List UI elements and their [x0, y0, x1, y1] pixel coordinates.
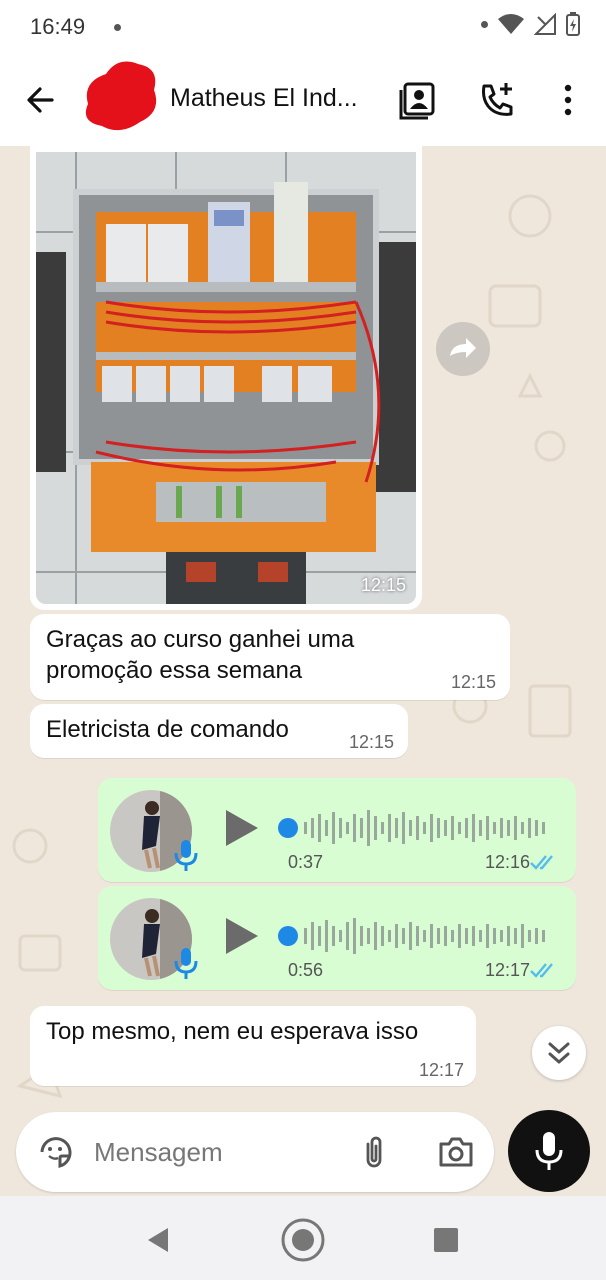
wifi-icon	[498, 14, 524, 34]
contact-name[interactable]: Matheus El Ind...	[170, 84, 358, 113]
back-arrow-icon[interactable]	[22, 82, 58, 118]
more-vert-icon[interactable]	[546, 78, 590, 122]
chat-area[interactable]: 12:15 Graças ao curso ganhei uma promoçã…	[0, 146, 606, 1196]
message-text: Eletricista de comando	[46, 716, 289, 743]
image-message[interactable]: 12:15	[30, 146, 422, 610]
chat-header: Matheus El Ind...	[0, 54, 606, 146]
incoming-message[interactable]: Top mesmo, nem eu esperava isso 12:17	[30, 1006, 476, 1086]
mic-icon	[535, 1132, 563, 1170]
double-check-icon	[530, 855, 553, 870]
message-timestamp: 12:15	[450, 672, 496, 692]
attach-icon[interactable]	[354, 1132, 394, 1172]
message-timestamp: 12:16	[484, 852, 530, 872]
status-dot-icon	[481, 20, 488, 28]
signal-icon	[534, 13, 556, 35]
chevron-double-down-icon	[548, 1042, 570, 1064]
sticker-icon[interactable]	[36, 1132, 76, 1172]
message-timestamp: 12:17	[484, 960, 530, 980]
mic-icon	[174, 840, 198, 871]
waveform[interactable]	[276, 916, 556, 956]
voice-message[interactable]: 0:37 12:16	[98, 778, 576, 882]
notification-dot	[114, 24, 121, 31]
mic-icon	[174, 948, 198, 979]
voice-message[interactable]: 0:56 12:17	[98, 886, 576, 990]
battery-icon	[566, 12, 580, 36]
message-timestamp: 12:15	[348, 732, 394, 752]
play-icon[interactable]	[222, 914, 262, 958]
voice-duration: 0:37	[288, 852, 324, 872]
voice-record-button[interactable]	[508, 1110, 590, 1192]
camera-icon[interactable]	[436, 1132, 476, 1172]
message-text: Graças ao curso ganhei uma promoção essa…	[46, 624, 354, 686]
message-input[interactable]	[94, 1134, 334, 1170]
message-line: promoção essa semana	[46, 657, 303, 684]
scroll-to-bottom-button[interactable]	[532, 1026, 586, 1080]
panel-photo[interactable]: 12:15	[36, 152, 416, 604]
call-add-icon[interactable]	[476, 78, 520, 122]
play-icon[interactable]	[222, 806, 262, 850]
message-composer	[16, 1112, 494, 1192]
status-bar: 16:49	[0, 0, 606, 54]
nav-home-icon[interactable]	[279, 1216, 327, 1264]
avatar[interactable]	[78, 54, 162, 136]
forward-icon	[450, 338, 476, 358]
message-line: Graças ao curso ganhei uma	[46, 626, 355, 653]
voice-duration: 0:56	[288, 960, 324, 980]
system-nav-bar	[0, 1196, 606, 1280]
message-text: Top mesmo, nem eu esperava isso	[46, 1018, 419, 1045]
incoming-message[interactable]: Eletricista de comando 12:15	[30, 704, 408, 758]
nav-back-icon[interactable]	[136, 1216, 184, 1264]
double-check-icon	[530, 963, 553, 978]
status-icons	[481, 12, 580, 36]
nav-recents-icon[interactable]	[422, 1216, 470, 1264]
forward-button[interactable]	[436, 322, 490, 376]
electrical-panel-image	[36, 152, 416, 604]
image-timestamp: 12:15	[360, 575, 406, 595]
status-time: 16:49	[30, 14, 86, 39]
incoming-message[interactable]: Graças ao curso ganhei uma promoção essa…	[30, 614, 510, 700]
contact-card-icon[interactable]	[396, 78, 440, 122]
message-timestamp: 12:17	[418, 1060, 464, 1080]
waveform[interactable]	[276, 808, 556, 848]
